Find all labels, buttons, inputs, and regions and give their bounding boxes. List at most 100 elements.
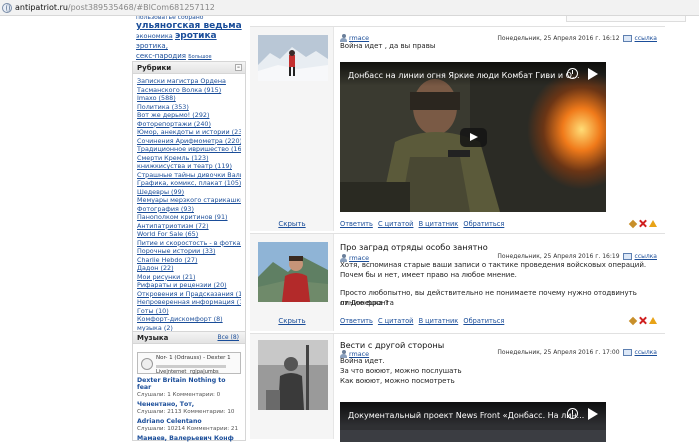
- post-1-to-quotes[interactable]: В цитатник: [419, 220, 459, 228]
- rubric-item[interactable]: Мемуары мерзкого старикашки (95): [137, 196, 241, 205]
- rubric-item[interactable]: Imaxo (588): [137, 94, 241, 103]
- post-3-title: Вести с другой стороны: [340, 340, 445, 350]
- rubrics-box: Рубрики – Записки магистра Ордена Тасманс…: [132, 61, 246, 339]
- rubric-item[interactable]: Записки магистра Ордена: [137, 77, 241, 86]
- post-2-hide-link[interactable]: Скрыть: [250, 317, 334, 325]
- music-list: Dexter Britain Nothing to fear Слушали: 1…: [133, 376, 245, 443]
- post-3-video[interactable]: Документальный проект News Front «Донбас…: [340, 402, 606, 442]
- play-button[interactable]: [460, 128, 487, 147]
- rubric-item[interactable]: World For Sale (65): [137, 230, 241, 239]
- music-item-stats: Слушали: 1 Комментарии: 0: [137, 392, 221, 398]
- rubric-item[interactable]: Сочинения Арифмометра (220): [137, 137, 241, 146]
- rubric-item[interactable]: Комфорт-дискомфорт (8): [137, 315, 241, 324]
- post-1-address[interactable]: Обратиться: [463, 220, 504, 228]
- rubric-item[interactable]: Смерти Кремль (123): [137, 154, 241, 163]
- watch-later-icon[interactable]: [567, 68, 578, 79]
- rubric-item[interactable]: Мои рисунки (21): [137, 273, 241, 282]
- rubric-item[interactable]: Порочные истории (33): [137, 247, 241, 256]
- post-2-date-text: Понедельник, 25 Апреля 2016 г. 16:19: [497, 253, 620, 260]
- warning-icon[interactable]: [649, 317, 657, 324]
- post-1-author-name[interactable]: rmace: [349, 34, 369, 42]
- post-1-quote[interactable]: С цитатой: [378, 220, 414, 228]
- music-item-stats: Слушали: 2113 Комментарии: 10: [137, 409, 235, 415]
- music-box: Музыка Все (8) Nor- 1 (Odrauss) - Dexter…: [132, 331, 246, 443]
- tag-cloud: пользоватье собрано ульяногская ведьма э…: [136, 16, 246, 62]
- post-1-hide-link[interactable]: Скрыть: [250, 220, 334, 228]
- rubric-item[interactable]: Юмор, анекдоты и истории (233): [137, 128, 241, 137]
- edit-icon[interactable]: [628, 316, 638, 325]
- rubric-item[interactable]: Страшные тайны дивочки Вали (111): [137, 171, 241, 180]
- music-item-title[interactable]: Adriano Celentano: [137, 418, 241, 425]
- tag-erotica-big[interactable]: эротика: [175, 31, 217, 41]
- music-all-link[interactable]: Все (8): [217, 334, 239, 341]
- post-2-to-quotes[interactable]: В цитатник: [419, 317, 459, 325]
- link-icon: [622, 35, 632, 42]
- address-bar[interactable]: antipatriot.ru /post389535468/#BlCom6812…: [0, 0, 699, 16]
- post-1-thumbnail[interactable]: [258, 35, 328, 81]
- rubric-item[interactable]: Вот же дерьмо! (292): [137, 111, 241, 120]
- post-2-date: Понедельник, 25 Апреля 2016 г. 16:19 ссы…: [497, 253, 657, 260]
- rubric-item[interactable]: книжкисуства и театр (119): [137, 162, 241, 171]
- post-2-actions: Ответить С цитатой В цитатник Обратиться: [340, 317, 507, 325]
- rubric-item[interactable]: Рифараты и рецензии (20): [137, 281, 241, 290]
- music-item: Ченентано, Тот, Слушали: 2113 Комментарии…: [133, 400, 245, 417]
- rubric-item[interactable]: Готы (10): [137, 307, 241, 316]
- tag-witch[interactable]: ульяногская ведьма: [136, 21, 242, 31]
- video-1-title[interactable]: Донбасс на линии огня Яркие люди Комбат …: [348, 71, 580, 80]
- music-item-stats: Слушали: 10214 Комментарии: 21: [137, 426, 239, 432]
- rubric-item[interactable]: Панополком критинов (91): [137, 213, 241, 222]
- rubric-item[interactable]: Дадон (22): [137, 264, 241, 273]
- post-2-thumbnail[interactable]: [258, 242, 328, 302]
- share-icon[interactable]: [588, 408, 598, 420]
- tag-economy[interactable]: экономика: [136, 32, 173, 40]
- tag-erotica[interactable]: эротика,: [136, 42, 168, 50]
- rubric-item[interactable]: Charlie Hebdo (27): [137, 256, 241, 265]
- post-3-text-2: За что воюют, можно послушать: [340, 367, 462, 375]
- edit-icon[interactable]: [628, 219, 638, 228]
- rubric-item[interactable]: Политика (353): [137, 103, 241, 112]
- post-1-reply[interactable]: Ответить: [340, 220, 373, 228]
- delete-icon[interactable]: [639, 317, 646, 324]
- post-3-thumbnail[interactable]: [258, 340, 328, 410]
- sidebar: пользоватье собрано ульяногская ведьма э…: [132, 16, 246, 443]
- warning-icon[interactable]: [649, 220, 657, 227]
- post-3-text-3: Как воюют, можно посмотреть: [340, 377, 455, 385]
- rubric-item[interactable]: Фотография (93): [137, 205, 241, 214]
- post-1-ref-link[interactable]: ссылка: [635, 35, 657, 42]
- post-3-date-text: Понедельник, 25 Апреля 2016 г. 17:00: [497, 349, 620, 356]
- rubric-item[interactable]: Фоторепортажи (240): [137, 120, 241, 129]
- post-2-ref-link[interactable]: ссылка: [635, 253, 657, 260]
- rubric-item[interactable]: Графика, комикс, плакат (105): [137, 179, 241, 188]
- rubric-item[interactable]: Шедевры (99): [137, 188, 241, 197]
- post-3-ref-link[interactable]: ссылка: [635, 349, 657, 356]
- player-track: Nor- 1 (Odrauss) - Dexter 1: [156, 355, 231, 361]
- rubric-item[interactable]: Антипатриотизм (72): [137, 222, 241, 231]
- collapse-icon[interactable]: –: [235, 64, 242, 71]
- rubric-item[interactable]: Питие и скоростость - в фотках (55): [137, 239, 241, 248]
- post-2-reply[interactable]: Ответить: [340, 317, 373, 325]
- rubric-item[interactable]: Традиционное ивришество (166): [137, 145, 241, 154]
- player-progress[interactable]: [156, 365, 226, 368]
- rubrics-list: Записки магистра Ордена Тасманского Волка…: [133, 74, 245, 335]
- post-2-address[interactable]: Обратиться: [463, 317, 504, 325]
- music-item-title[interactable]: Ченентано, Тот,: [137, 401, 241, 408]
- rubric-item[interactable]: Откровения и Прадсказания (17): [137, 290, 241, 299]
- watch-later-icon[interactable]: [567, 408, 578, 419]
- share-icon[interactable]: [588, 68, 598, 80]
- post-1-video[interactable]: Донбасс на линии огня Яркие люди Комбат …: [340, 62, 606, 212]
- tag-more[interactable]: Большое: [188, 54, 211, 60]
- music-item-title[interactable]: Dexter Britain Nothing to fear: [137, 377, 241, 391]
- rubrics-title: Рубрики: [137, 64, 172, 72]
- rubric-item[interactable]: Тасманского Волка (915): [137, 86, 241, 95]
- music-item-title[interactable]: Мамаев, Валерьевич Конф: [137, 435, 241, 442]
- audio-player[interactable]: Nor- 1 (Odrauss) - Dexter 1 Live|nternet…: [137, 352, 241, 375]
- post-2-quote[interactable]: С цитатой: [378, 317, 414, 325]
- address-path: /post389535468/#BlCom681257112: [67, 3, 215, 12]
- music-item: Adriano Celentano Слушали: 10214 Коммента…: [133, 417, 245, 434]
- play-icon[interactable]: [141, 358, 153, 370]
- rubric-item[interactable]: Непроверенная информация (15): [137, 298, 241, 307]
- tag-parody[interactable]: секс-пародия: [136, 52, 186, 60]
- video-2-title[interactable]: Документальный проект News Front «Донбас…: [348, 411, 584, 420]
- post-1: Скрыть rmace Понедельник, 25 Апреля 2016…: [250, 26, 665, 231]
- delete-icon[interactable]: [639, 220, 646, 227]
